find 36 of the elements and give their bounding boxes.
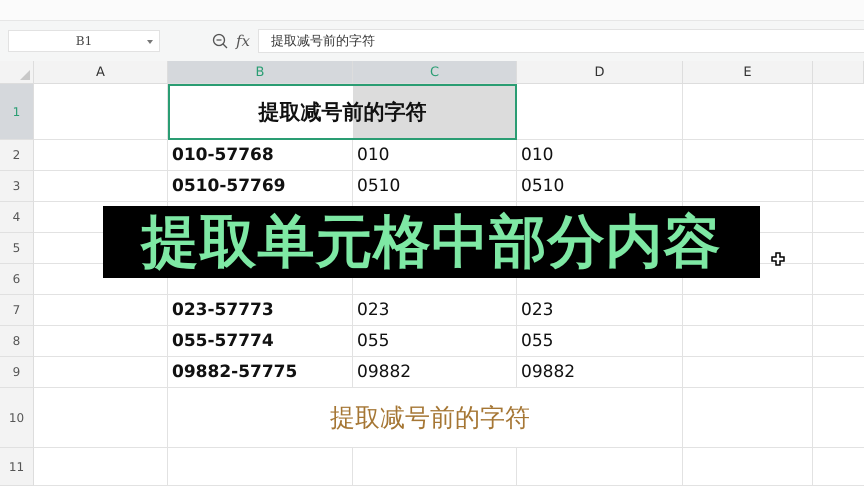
- row-header[interactable]: 9: [0, 357, 34, 388]
- table-cell: 055-57774: [168, 326, 353, 357]
- cross-cursor-icon: [771, 252, 785, 266]
- table-cell: 023: [353, 295, 517, 326]
- row-header[interactable]: 10: [0, 388, 34, 448]
- table-cell: 09882: [517, 357, 683, 388]
- row-header[interactable]: 4: [0, 202, 34, 233]
- table-cell: 0510: [517, 171, 683, 202]
- table-cell: 09882-57775: [168, 357, 353, 388]
- row-header[interactable]: 6: [0, 264, 34, 295]
- table-cell: 023: [517, 295, 683, 326]
- table-cell: 09882: [353, 357, 517, 388]
- merged-title-cell[interactable]: 提取减号前的字符: [168, 84, 517, 140]
- table-cell: 0510: [353, 171, 517, 202]
- row-header[interactable]: 8: [0, 326, 34, 357]
- formula-field[interactable]: 提取减号前的字符: [258, 29, 864, 53]
- table-cell: 023-57773: [168, 295, 353, 326]
- dropdown-caret-icon[interactable]: [147, 40, 153, 44]
- function-button[interactable]: fx: [236, 32, 250, 50]
- row-header[interactable]: 11: [0, 448, 34, 486]
- name-box[interactable]: B1: [8, 30, 160, 52]
- table-cell: 010-57768: [168, 140, 353, 171]
- column-header[interactable]: E: [683, 61, 813, 83]
- table-cell: 010: [353, 140, 517, 171]
- caption-text: 提取减号前的字符: [330, 402, 530, 434]
- zoom-icon[interactable]: [212, 33, 228, 49]
- table-cell: 055: [353, 326, 517, 357]
- video-caption: 提取单元格中部分内容: [103, 206, 760, 278]
- column-header[interactable]: D: [517, 61, 683, 83]
- row-header[interactable]: 2: [0, 140, 34, 171]
- table-cell: 010: [517, 140, 683, 171]
- row-header[interactable]: 3: [0, 171, 34, 202]
- table-cell: 055: [517, 326, 683, 357]
- row-header[interactable]: 5: [0, 233, 34, 264]
- table-cell: 0510-57769: [168, 171, 353, 202]
- row-header[interactable]: 7: [0, 295, 34, 326]
